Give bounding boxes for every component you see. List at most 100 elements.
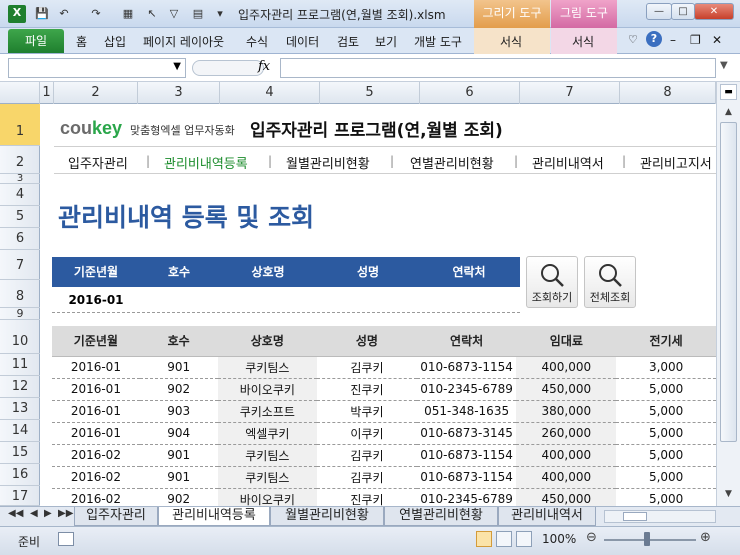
cell[interactable]: 박쿠키 xyxy=(317,400,417,423)
tab-review[interactable]: 검토 xyxy=(337,33,359,50)
cell[interactable]: 010-6873-1154 xyxy=(416,444,517,467)
sheet-tab-yearly-status[interactable]: 연별관리비현황 xyxy=(384,507,498,526)
cell[interactable]: 김쿠키 xyxy=(317,444,417,467)
row-header[interactable]: 17 xyxy=(0,486,40,506)
scroll-up-arrow[interactable]: ▲ xyxy=(720,104,737,120)
column-header[interactable]: 6 xyxy=(420,82,520,104)
minimize-button[interactable]: — xyxy=(646,3,672,20)
cell[interactable]: 진쿠키 xyxy=(317,488,417,506)
cell[interactable]: 400,000 xyxy=(516,356,617,379)
row-header[interactable]: 7 xyxy=(0,250,40,280)
context-tab-drawing-tools[interactable]: 그리기 도구 xyxy=(474,0,550,28)
cell[interactable]: 5,000 xyxy=(616,488,716,506)
undo-icon[interactable]: ↶ xyxy=(56,6,72,22)
cell[interactable]: 450,000 xyxy=(516,378,617,401)
scroll-split-icon[interactable]: ▬ xyxy=(720,84,737,100)
filter-icon[interactable]: ▽ xyxy=(166,6,182,22)
sheet-tab-residents[interactable]: 입주자관리 xyxy=(74,507,158,526)
save-icon[interactable]: 💾 xyxy=(34,6,50,22)
column-header[interactable]: 8 xyxy=(620,82,716,104)
formula-input[interactable] xyxy=(280,58,716,78)
help-icon[interactable]: ? xyxy=(646,31,662,47)
cell[interactable]: 2016-02 xyxy=(52,488,140,506)
col-header-company[interactable]: 상호명 xyxy=(217,326,318,357)
column-header[interactable]: 7 xyxy=(520,82,620,104)
col-header-electric[interactable]: 전기세 xyxy=(616,326,716,357)
col-header-rent[interactable]: 임대료 xyxy=(516,326,617,357)
cell[interactable]: 2016-01 xyxy=(52,356,140,379)
cell[interactable]: 이쿠키 xyxy=(317,422,417,445)
select-all-corner[interactable] xyxy=(0,82,40,104)
tab-view[interactable]: 보기 xyxy=(375,33,397,50)
cell[interactable]: 010-6873-1154 xyxy=(416,356,517,379)
cell[interactable]: 400,000 xyxy=(516,444,617,467)
cell[interactable]: 2016-01 xyxy=(52,422,140,445)
scroll-thumb[interactable] xyxy=(720,122,737,442)
table-row[interactable]: 2016-02 902 바이오쿠키 진쿠키 010-2345-6789 450,000 5,… xyxy=(52,488,716,506)
close-button[interactable]: ✕ xyxy=(694,3,734,20)
prev-sheet-icon[interactable]: ◀ xyxy=(30,508,38,519)
sheet-tab-monthly-status[interactable]: 월별관리비현황 xyxy=(270,507,384,526)
cell[interactable]: 901 xyxy=(139,444,218,467)
cell[interactable]: 010-2345-6789 xyxy=(416,378,517,401)
name-box-dropdown-icon[interactable]: ▼ xyxy=(173,61,181,72)
row-header[interactable]: 1 xyxy=(0,104,40,146)
cell[interactable]: 김쿠키 xyxy=(317,356,417,379)
cell[interactable]: 903 xyxy=(139,400,218,423)
cursor-icon[interactable]: ↖ xyxy=(144,6,160,22)
cell[interactable]: 904 xyxy=(139,422,218,445)
name-box[interactable]: ▼ xyxy=(8,58,186,78)
zoom-slider-track[interactable] xyxy=(604,539,696,541)
ribbon-close-icon[interactable]: ✕ xyxy=(712,33,722,47)
column-header[interactable]: 1 xyxy=(40,82,54,104)
cell[interactable]: 5,000 xyxy=(616,378,716,401)
scroll-down-arrow[interactable]: ▼ xyxy=(720,486,737,502)
cell[interactable]: 902 xyxy=(139,488,218,506)
vertical-scrollbar[interactable]: ▬ ▲ ▼ xyxy=(716,82,740,506)
row-header[interactable]: 13 xyxy=(0,398,40,420)
menu-item-yearly-status[interactable]: 연별관리비현황 xyxy=(410,153,494,172)
cell[interactable]: 바이오쿠키 xyxy=(217,488,318,506)
cell[interactable]: 901 xyxy=(139,356,218,379)
cell[interactable]: 5,000 xyxy=(616,466,716,489)
file-tab[interactable]: 파일 xyxy=(8,29,64,53)
row-header[interactable]: 11 xyxy=(0,354,40,376)
tab-picture-format[interactable]: 서식 xyxy=(572,33,594,50)
cell[interactable]: 010-6873-1154 xyxy=(416,466,517,489)
horizontal-scrollbar[interactable] xyxy=(604,510,716,523)
table-icon[interactable]: ▦ xyxy=(120,6,136,22)
worksheet-area[interactable]: coukey 맞춤형엑셀 업무자동화 입주자관리 프로그램(연,월별 조회) 입… xyxy=(40,104,716,506)
zoom-out-icon[interactable]: ⊖ xyxy=(586,530,597,545)
context-tab-picture-tools[interactable]: 그림 도구 xyxy=(551,0,617,28)
row-header[interactable]: 4 xyxy=(0,184,40,206)
tab-data[interactable]: 데이터 xyxy=(286,33,319,50)
tab-developer[interactable]: 개발 도구 xyxy=(414,33,462,50)
col-header-unit[interactable]: 호수 xyxy=(139,326,218,357)
tab-insert[interactable]: 삽입 xyxy=(104,33,126,50)
zoom-in-icon[interactable]: ⊕ xyxy=(700,530,711,545)
search-contact-input[interactable] xyxy=(418,287,520,313)
page-break-view-icon[interactable] xyxy=(516,531,532,547)
cell[interactable]: 400,000 xyxy=(516,466,617,489)
cell[interactable]: 쿠키팀스 xyxy=(217,356,318,379)
sheet-tab-fee-statement[interactable]: 관리비내역서 xyxy=(498,507,596,526)
page-layout-view-icon[interactable] xyxy=(496,531,512,547)
ribbon-minimize-icon[interactable]: – xyxy=(670,33,676,47)
cell[interactable]: 쿠키팀스 xyxy=(217,466,318,489)
maximize-button[interactable]: □ xyxy=(671,3,695,20)
zoom-slider-thumb[interactable] xyxy=(644,532,650,546)
row-header[interactable]: 14 xyxy=(0,420,40,442)
cell[interactable]: 바이오쿠키 xyxy=(217,378,318,401)
row-header[interactable]: 8 xyxy=(0,280,40,308)
menu-item-fee-statement[interactable]: 관리비내역서 xyxy=(532,153,604,172)
next-sheet-icon[interactable]: ▶ xyxy=(44,508,52,519)
normal-view-icon[interactable] xyxy=(476,531,492,547)
column-header[interactable]: 5 xyxy=(320,82,420,104)
cell[interactable]: 엑셀쿠키 xyxy=(217,422,318,445)
heart-icon[interactable]: ♡ xyxy=(628,33,638,46)
search-all-button[interactable]: 전체조회 xyxy=(584,256,636,308)
cell[interactable]: 010-2345-6789 xyxy=(416,488,517,506)
last-sheet-icon[interactable]: ▶▶ xyxy=(58,508,73,519)
search-company-input[interactable] xyxy=(218,287,318,313)
table-row[interactable]: 2016-01 901 쿠키팀스 김쿠키 010-6873-1154 400,000 3,0… xyxy=(52,356,716,379)
